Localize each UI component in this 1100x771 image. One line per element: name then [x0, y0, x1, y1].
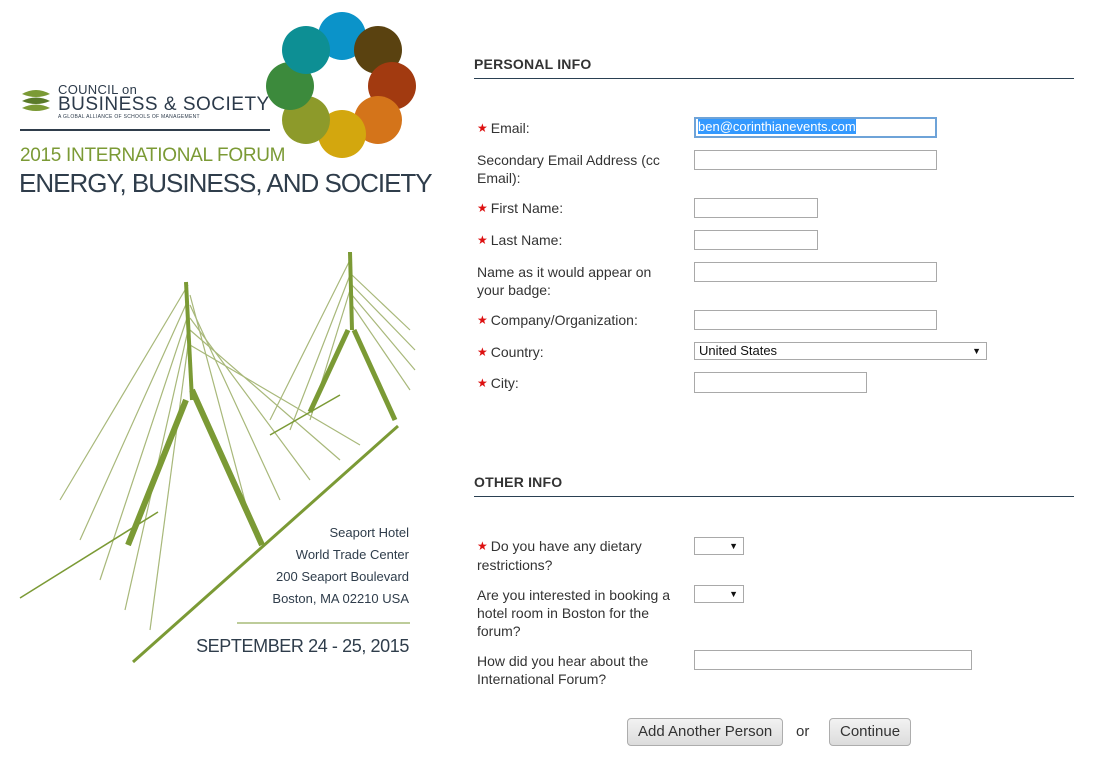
required-icon: ★	[477, 201, 488, 215]
chevron-down-icon: ▼	[729, 589, 738, 599]
city-label-text: City:	[490, 375, 519, 391]
flower-logo-icon	[266, 12, 416, 158]
first-name-label: ★ First Name:	[477, 199, 677, 218]
first-name-field[interactable]	[694, 198, 818, 218]
company-label: ★ Company/Organization:	[477, 311, 677, 330]
country-label: ★ Country:	[477, 343, 677, 362]
required-icon: ★	[477, 345, 488, 359]
company-field[interactable]	[694, 310, 937, 330]
organization-name: BUSINESS & SOCIETY	[58, 94, 270, 115]
hotel-booking-label: Are you interested in booking a hotel ro…	[477, 587, 671, 639]
secondary-email-label: Secondary Email Address (cc Email):	[477, 152, 660, 186]
dietary-label-text: Do you have any dietary restrictions?	[477, 538, 642, 573]
personal-info-heading: PERSONAL INFO	[474, 56, 1074, 79]
event-dates: SEPTEMBER 24 - 25, 2015	[196, 636, 409, 656]
badge-name-field[interactable]	[694, 262, 937, 282]
required-icon: ★	[477, 313, 488, 327]
chevron-down-icon: ▼	[729, 541, 738, 551]
venue-line: Seaport Hotel	[329, 525, 410, 540]
required-icon: ★	[477, 376, 488, 390]
petal	[282, 26, 330, 74]
venue-line: Boston, MA 02210 USA	[272, 591, 409, 606]
add-another-person-button[interactable]: Add Another Person	[627, 718, 784, 746]
secondary-email-field[interactable]	[694, 150, 937, 170]
event-poster: COUNCIL on BUSINESS & SOCIETY A GLOBAL A…	[0, 0, 440, 771]
referral-source-label: How did you hear about the International…	[477, 653, 649, 687]
chevron-down-icon: ▼	[972, 346, 981, 356]
council-logo: COUNCIL on BUSINESS & SOCIETY A GLOBAL A…	[20, 82, 280, 132]
venue-line: 200 Seaport Boulevard	[276, 569, 409, 584]
referral-source-field[interactable]	[694, 650, 972, 670]
other-info-heading: OTHER INFO	[474, 474, 1074, 497]
country-select[interactable]: United States ▼	[694, 342, 987, 360]
country-label-text: Country:	[490, 344, 544, 360]
hotel-booking-select[interactable]: ▼	[694, 585, 744, 603]
forum-title: ENERGY, BUSINESS, AND SOCIETY	[19, 168, 433, 198]
last-name-field[interactable]	[694, 230, 818, 250]
badge-name-label: Name as it would appear on your badge:	[477, 264, 652, 298]
required-icon: ★	[477, 121, 488, 135]
dietary-select[interactable]: ▼	[694, 537, 744, 555]
organization-tagline: A GLOBAL ALLIANCE OF SCHOOLS OF MANAGEME…	[58, 114, 200, 120]
email-label: ★ Email:	[477, 119, 677, 138]
email-field[interactable]: ben@corinthianevents.com	[694, 117, 937, 138]
required-icon: ★	[477, 233, 488, 247]
council-swirl-icon	[22, 90, 50, 111]
venue-address: Seaport Hotel World Trade Center 200 Sea…	[189, 522, 409, 610]
forum-year: 2015 INTERNATIONAL FORUM	[20, 145, 286, 166]
country-value: United States	[699, 343, 778, 358]
company-label-text: Company/Organization:	[490, 312, 638, 328]
first-name-label-text: First Name:	[490, 200, 564, 216]
email-value: ben@corinthianevents.com	[698, 119, 856, 134]
dietary-label: ★ Do you have any dietary restrictions?	[477, 537, 677, 574]
or-separator: or	[796, 723, 810, 740]
city-label: ★ City:	[477, 374, 677, 393]
continue-button[interactable]: Continue	[829, 718, 912, 746]
required-icon: ★	[477, 539, 488, 553]
last-name-label: ★ Last Name:	[477, 231, 677, 250]
email-label-text: Email:	[490, 120, 530, 136]
last-name-label-text: Last Name:	[490, 232, 563, 248]
city-field[interactable]	[694, 372, 867, 393]
venue-line: World Trade Center	[295, 547, 409, 562]
